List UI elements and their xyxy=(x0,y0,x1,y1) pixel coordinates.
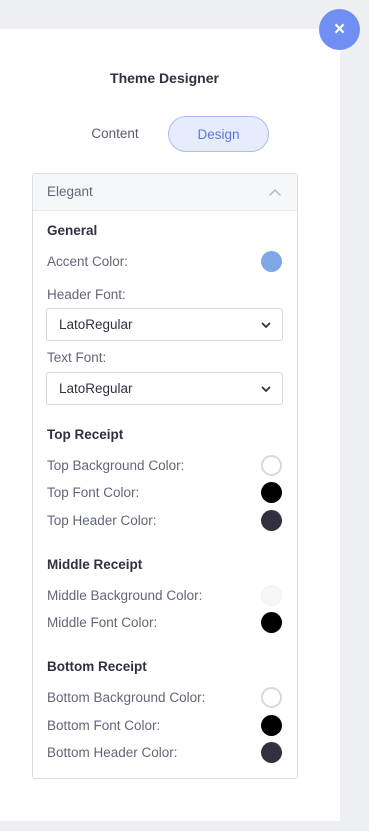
page-title: Theme Designer xyxy=(110,70,219,86)
tab-design[interactable]: Design xyxy=(168,116,269,152)
bottom-header-color-swatch[interactable] xyxy=(261,742,282,763)
header-font-value: LatoRegular xyxy=(59,317,133,332)
section-top-receipt-heading: Top Receipt xyxy=(47,427,124,442)
text-font-value: LatoRegular xyxy=(59,381,133,396)
top-header-color-label: Top Header Color: xyxy=(47,513,157,528)
accent-color-label: Accent Color: xyxy=(47,254,129,269)
top-background-color-label: Top Background Color: xyxy=(47,458,185,473)
bottom-background-color-label: Bottom Background Color: xyxy=(47,690,206,705)
accent-color-swatch[interactable] xyxy=(261,251,282,272)
chevron-down-icon xyxy=(261,322,271,328)
top-font-color-label: Top Font Color: xyxy=(47,485,140,500)
text-font-select[interactable]: LatoRegular xyxy=(46,372,283,405)
top-background-color-swatch[interactable] xyxy=(261,455,282,476)
header-font-label: Header Font: xyxy=(47,287,126,302)
chevron-down-icon xyxy=(261,386,271,392)
tab-content[interactable]: Content xyxy=(70,116,160,152)
accordion-title: Elegant xyxy=(47,184,93,199)
section-middle-receipt-heading: Middle Receipt xyxy=(47,557,143,572)
middle-font-color-swatch[interactable] xyxy=(261,612,282,633)
middle-background-color-swatch[interactable] xyxy=(261,585,282,606)
chevron-up-icon xyxy=(269,189,281,196)
bottom-font-color-swatch[interactable] xyxy=(261,715,282,736)
bottom-background-color-swatch[interactable] xyxy=(261,687,282,708)
close-button[interactable]: × xyxy=(319,9,360,50)
middle-background-color-label: Middle Background Color: xyxy=(47,588,203,603)
bottom-font-color-label: Bottom Font Color: xyxy=(47,718,161,733)
accordion-header[interactable]: Elegant xyxy=(33,174,297,211)
section-bottom-receipt-heading: Bottom Receipt xyxy=(47,659,147,674)
section-general-heading: General xyxy=(47,223,98,238)
text-font-label: Text Font: xyxy=(47,350,107,365)
bottom-header-color-label: Bottom Header Color: xyxy=(47,745,178,760)
header-font-select[interactable]: LatoRegular xyxy=(46,308,283,341)
top-font-color-swatch[interactable] xyxy=(261,482,282,503)
middle-font-color-label: Middle Font Color: xyxy=(47,615,158,630)
top-header-color-swatch[interactable] xyxy=(261,510,282,531)
close-icon: × xyxy=(333,19,346,40)
